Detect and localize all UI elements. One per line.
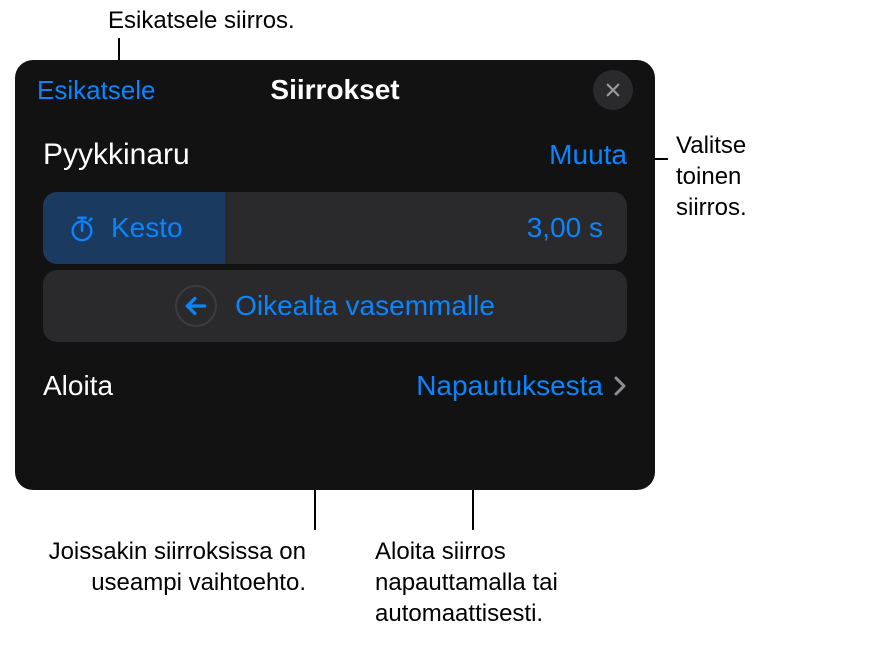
start-row[interactable]: Aloita Napautuksesta (15, 348, 655, 402)
callout-text: useampi vaihtoehto. (20, 567, 306, 598)
arrow-left-icon (183, 293, 209, 319)
start-value: Napautuksesta (416, 370, 603, 402)
duration-control[interactable]: Kesto 3,00 s (43, 192, 627, 264)
close-icon (604, 81, 622, 99)
transition-name: Pyykkinaru (43, 138, 190, 172)
callout-text: toinen (676, 161, 747, 192)
direction-control[interactable]: Oikealta vasemmalle (43, 270, 627, 342)
callout-text: Valitse (676, 130, 747, 161)
start-label: Aloita (43, 370, 113, 402)
callout-text: siirros. (676, 192, 747, 223)
callout-text: Joissakin siirroksissa on (20, 536, 306, 567)
callout-text: Aloita siirros (375, 536, 558, 567)
chevron-right-icon (613, 375, 627, 397)
callout-options: Joissakin siirroksissa on useampi vaihto… (20, 536, 306, 598)
panel-header: Esikatsele Siirrokset (15, 60, 655, 120)
panel-title: Siirrokset (270, 74, 399, 106)
preview-button[interactable]: Esikatsele (37, 75, 156, 106)
direction-label: Oikealta vasemmalle (235, 290, 495, 322)
transitions-panel: Esikatsele Siirrokset Pyykkinaru Muuta K… (15, 60, 655, 490)
duration-left: Kesto (67, 212, 183, 244)
change-button[interactable]: Muuta (549, 139, 627, 171)
stopwatch-icon (67, 213, 97, 243)
callout-text: napauttamalla tai (375, 567, 558, 598)
callout-change: Valitse toinen siirros. (676, 130, 747, 224)
duration-value: 3,00 s (527, 212, 603, 244)
direction-icon-wrap (175, 285, 217, 327)
transition-row: Pyykkinaru Muuta (15, 120, 655, 186)
callout-start: Aloita siirros napauttamalla tai automaa… (375, 536, 558, 630)
callout-text: automaattisesti. (375, 598, 558, 629)
start-value-button[interactable]: Napautuksesta (416, 370, 627, 402)
callout-preview: Esikatsele siirros. (108, 5, 295, 36)
duration-label: Kesto (111, 212, 183, 244)
close-button[interactable] (593, 70, 633, 110)
